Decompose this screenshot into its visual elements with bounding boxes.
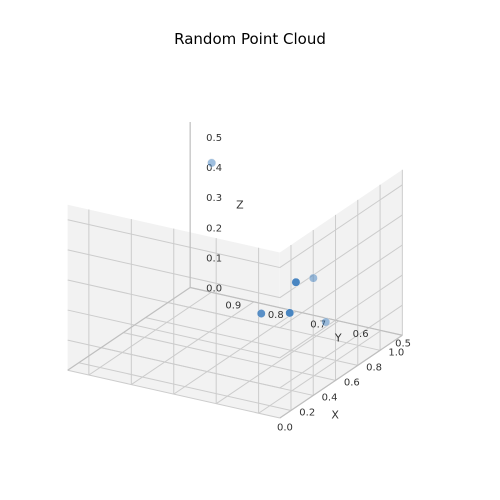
y-tick: 0.6 [353, 329, 369, 340]
y-tick: 0.9 [225, 300, 241, 311]
x-tick: 0.6 [344, 377, 360, 388]
scatter3d-axes: 0.00.20.40.60.81.00.50.60.70.80.90.00.10… [0, 0, 500, 500]
z-tick: 0.0 [206, 283, 222, 294]
z-tick: 0.1 [206, 253, 222, 264]
data-point [257, 309, 265, 317]
z-axis-label: Z [236, 199, 244, 212]
x-tick: 0.4 [322, 392, 338, 403]
figure: Random Point Cloud 0.00.20.40.60.81.00.5… [0, 0, 500, 500]
data-point [309, 274, 317, 282]
x-axis-label: X [331, 409, 339, 422]
data-point [292, 278, 300, 286]
x-tick: 0.2 [299, 407, 315, 418]
data-point [207, 159, 215, 167]
z-tick: 0.2 [206, 223, 222, 234]
y-tick: 0.8 [268, 310, 284, 321]
data-point [322, 318, 330, 326]
data-point [286, 309, 294, 317]
y-axis-label: Y [334, 331, 342, 344]
z-tick: 0.3 [206, 193, 222, 204]
z-tick: 0.5 [206, 133, 222, 144]
y-tick: 0.5 [395, 338, 411, 349]
x-tick: 0.8 [366, 362, 382, 373]
x-tick: 0.0 [277, 422, 293, 433]
